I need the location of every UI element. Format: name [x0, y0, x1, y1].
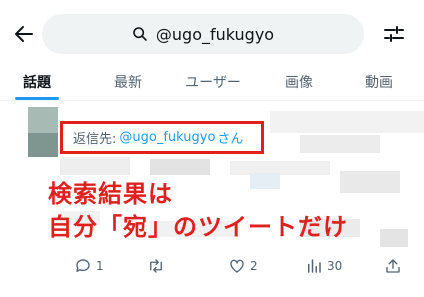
like-button[interactable]: 2 [228, 256, 258, 276]
reply-button[interactable]: 1 [74, 256, 104, 276]
like-count: 2 [250, 259, 258, 273]
search-tabs: 話題 最新 ユーザー 画像 動画 [0, 64, 424, 101]
heart-icon [230, 259, 244, 273]
views-count: 30 [327, 259, 343, 273]
tab-videos[interactable]: 動画 [357, 64, 401, 100]
reply-icon [76, 259, 90, 272]
reply-count: 1 [96, 259, 104, 273]
top-bar: @ugo_fukugyo [0, 0, 424, 64]
search-filter-icon[interactable] [382, 22, 406, 46]
active-tab-indicator [15, 97, 59, 100]
reply-to-label: 返信先: [73, 132, 117, 147]
share-icon [386, 259, 400, 273]
reply-to-handle-link[interactable]: @ugo_fukugyo [119, 130, 215, 145]
tab-people[interactable]: ユーザー [178, 64, 248, 100]
retweet-button[interactable] [147, 256, 169, 276]
views-button[interactable]: 30 [305, 256, 342, 276]
back-arrow-icon[interactable] [12, 22, 36, 46]
retweet-icon [150, 259, 162, 273]
bar-chart-icon [308, 259, 321, 273]
post-action-bar: 1 2 30 [0, 252, 424, 280]
tab-latest[interactable]: 最新 [106, 64, 150, 100]
tab-top[interactable]: 話題 [15, 64, 59, 100]
tab-media[interactable]: 画像 [277, 64, 321, 100]
search-input[interactable]: @ugo_fukugyo [42, 14, 364, 54]
annotation-line-1: 検索結果は [48, 180, 173, 208]
share-button[interactable] [384, 256, 402, 276]
annotation-line-2: 自分「宛」のツイートだけ [48, 213, 348, 241]
reply-to-suffix: さん [217, 132, 244, 147]
search-query-text: @ugo_fukugyo [155, 24, 275, 44]
reply-to-highlight: 返信先: @ugo_fukugyo さん [60, 121, 264, 154]
search-icon [133, 27, 147, 41]
